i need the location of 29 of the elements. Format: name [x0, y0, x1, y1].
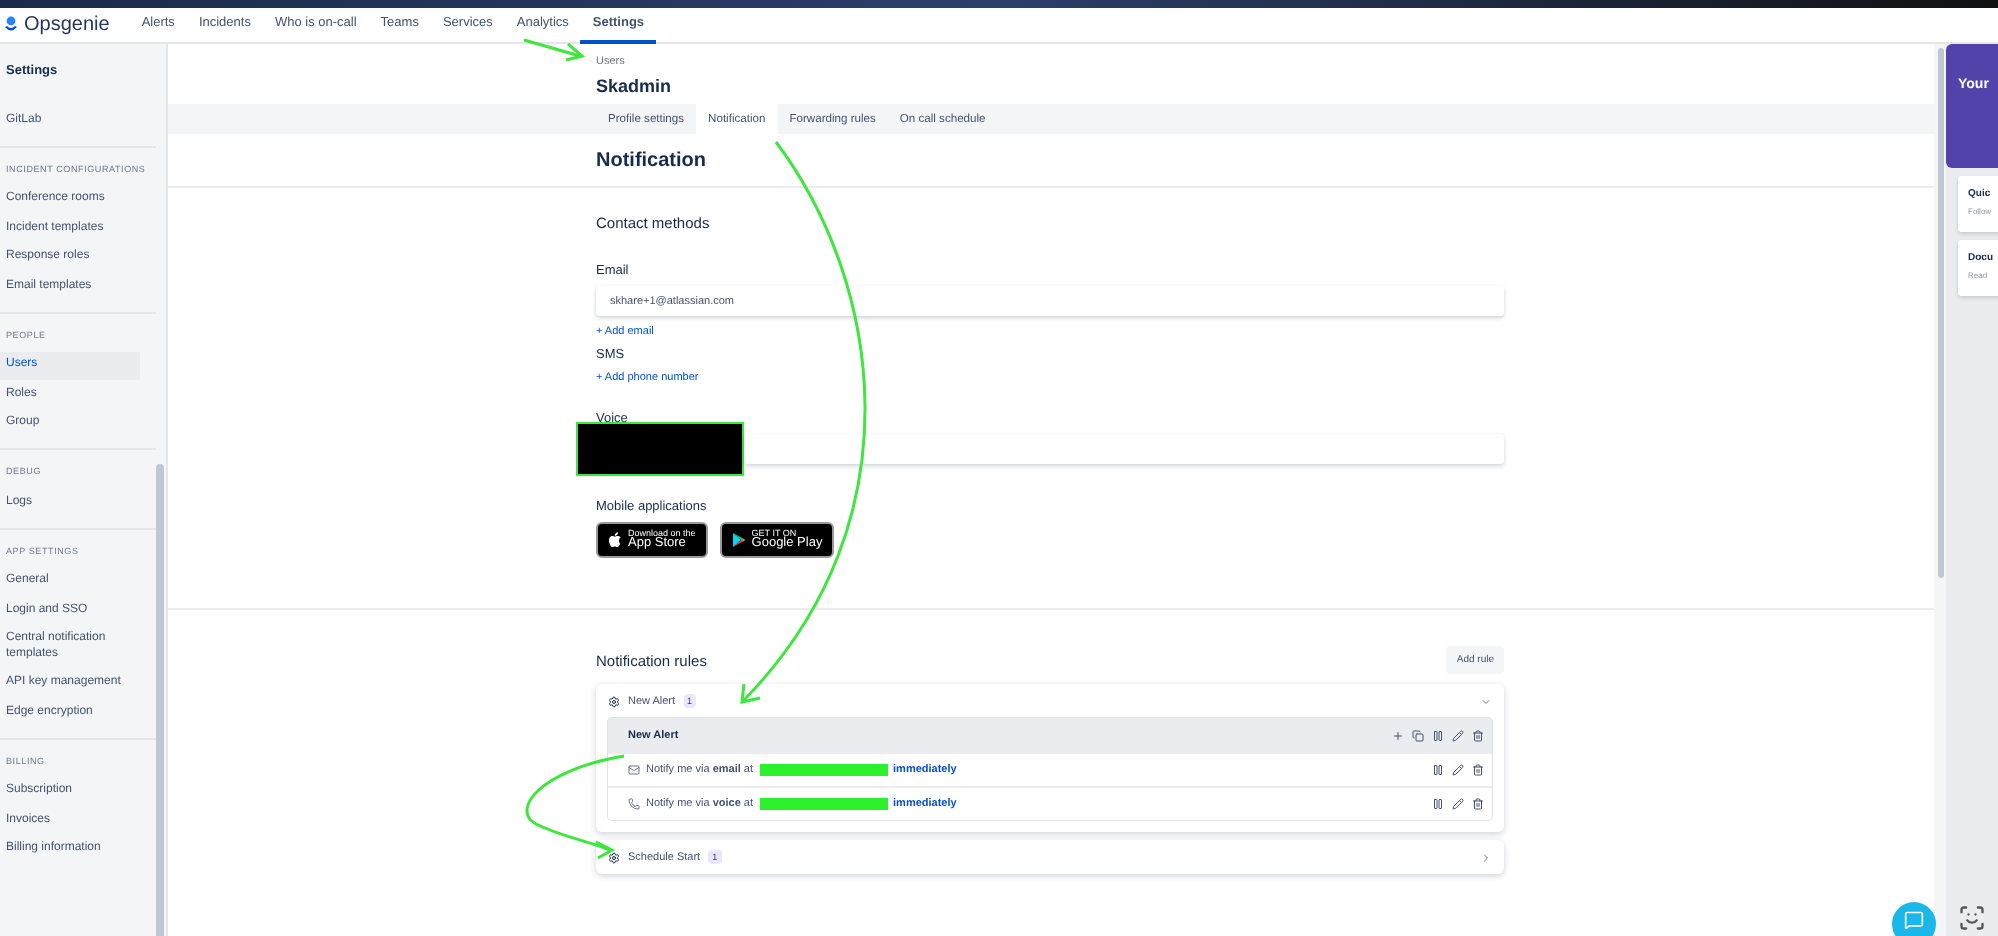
annotation-arrow [523, 38, 586, 62]
phone-icon [628, 798, 640, 810]
gear-icon [608, 695, 620, 707]
plus-icon[interactable] [1392, 729, 1404, 741]
scrollbar[interactable] [156, 464, 164, 936]
redaction-mark [759, 798, 888, 810]
page-title: Notification [596, 148, 708, 176]
trash-icon[interactable] [1472, 798, 1484, 810]
pause-icon[interactable] [1432, 729, 1444, 741]
pause-icon[interactable] [1432, 764, 1444, 776]
copy-icon[interactable] [1412, 729, 1424, 741]
play-icon [731, 532, 746, 548]
gear-icon [608, 851, 620, 863]
logo-icon [4, 16, 18, 34]
annotation-arrow [525, 754, 625, 860]
user-name: Skadmin [596, 76, 674, 96]
pencil-icon[interactable] [1452, 798, 1464, 810]
scan-icon[interactable] [1958, 904, 1986, 932]
trash-icon[interactable] [1472, 764, 1484, 776]
pencil-icon[interactable] [1452, 764, 1464, 776]
chat-icon [1904, 910, 1924, 930]
pencil-icon[interactable] [1452, 729, 1464, 741]
brand-name: Opsgenie [24, 14, 110, 36]
redaction-mark [759, 764, 888, 776]
apple-icon [608, 532, 622, 548]
pause-icon[interactable] [1432, 798, 1444, 810]
mail-icon [628, 764, 640, 776]
trash-icon[interactable] [1472, 729, 1484, 741]
scrollbar[interactable] [1937, 48, 1943, 578]
